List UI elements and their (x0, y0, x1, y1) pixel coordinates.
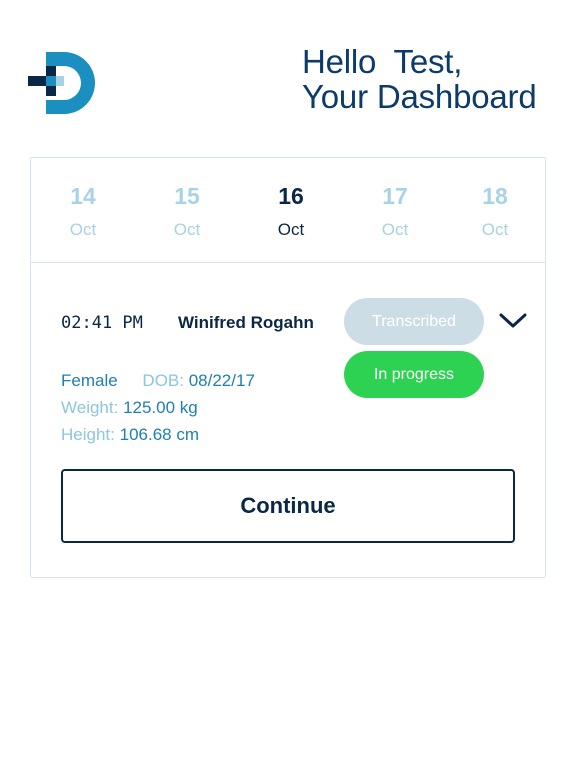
patient-gender-dob: Female DOB: 08/22/17 (61, 371, 255, 391)
patient-weight: Weight: 125.00 kg (61, 398, 198, 418)
date-day: 17 (382, 183, 408, 209)
transcribed-status-button[interactable]: Transcribed (344, 298, 484, 345)
date-item-18[interactable]: 18 Oct (443, 158, 547, 263)
date-month: Oct (481, 220, 509, 239)
dob-value: 08/22/17 (188, 371, 255, 390)
date-item-16[interactable]: 16 Oct (239, 158, 343, 263)
chevron-down-icon[interactable] (498, 309, 528, 331)
dob-label: DOB: (142, 371, 184, 390)
date-day: 15 (174, 183, 200, 209)
continue-button[interactable]: Continue (61, 469, 515, 543)
greeting-line-1: Hello Test, (302, 43, 463, 80)
app-logo (28, 52, 95, 114)
date-day: 16 (278, 183, 304, 209)
date-month: Oct (277, 220, 305, 239)
greeting-line-2: Your Dashboard (302, 78, 537, 115)
appointment-time: 02:41 PM (61, 313, 143, 333)
patient-name: Winifred Rogahn (178, 313, 314, 332)
weight-label: Weight: (61, 398, 119, 417)
in-progress-status-button[interactable]: In progress (344, 351, 484, 398)
date-item-14[interactable]: 14 Oct (31, 158, 135, 263)
dashboard-greeting: Hello Test, Your Dashboard (302, 43, 537, 115)
patient-height: Height: 106.68 cm (61, 425, 199, 445)
height-label: Height: (61, 425, 115, 444)
appointment-card: 14 Oct 15 Oct 16 Oct 17 Oct 18 Oct 02:41… (30, 157, 546, 578)
date-selector: 14 Oct 15 Oct 16 Oct 17 Oct 18 Oct (31, 158, 545, 263)
date-item-15[interactable]: 15 Oct (135, 158, 239, 263)
height-value: 106.68 cm (119, 425, 199, 444)
weight-value: 125.00 kg (123, 398, 198, 417)
date-day: 14 (70, 183, 96, 209)
date-day: 18 (482, 183, 508, 209)
date-month: Oct (381, 220, 409, 239)
date-item-17[interactable]: 17 Oct (343, 158, 447, 263)
date-month: Oct (173, 220, 201, 239)
patient-gender: Female (61, 371, 118, 390)
date-month: Oct (69, 220, 97, 239)
